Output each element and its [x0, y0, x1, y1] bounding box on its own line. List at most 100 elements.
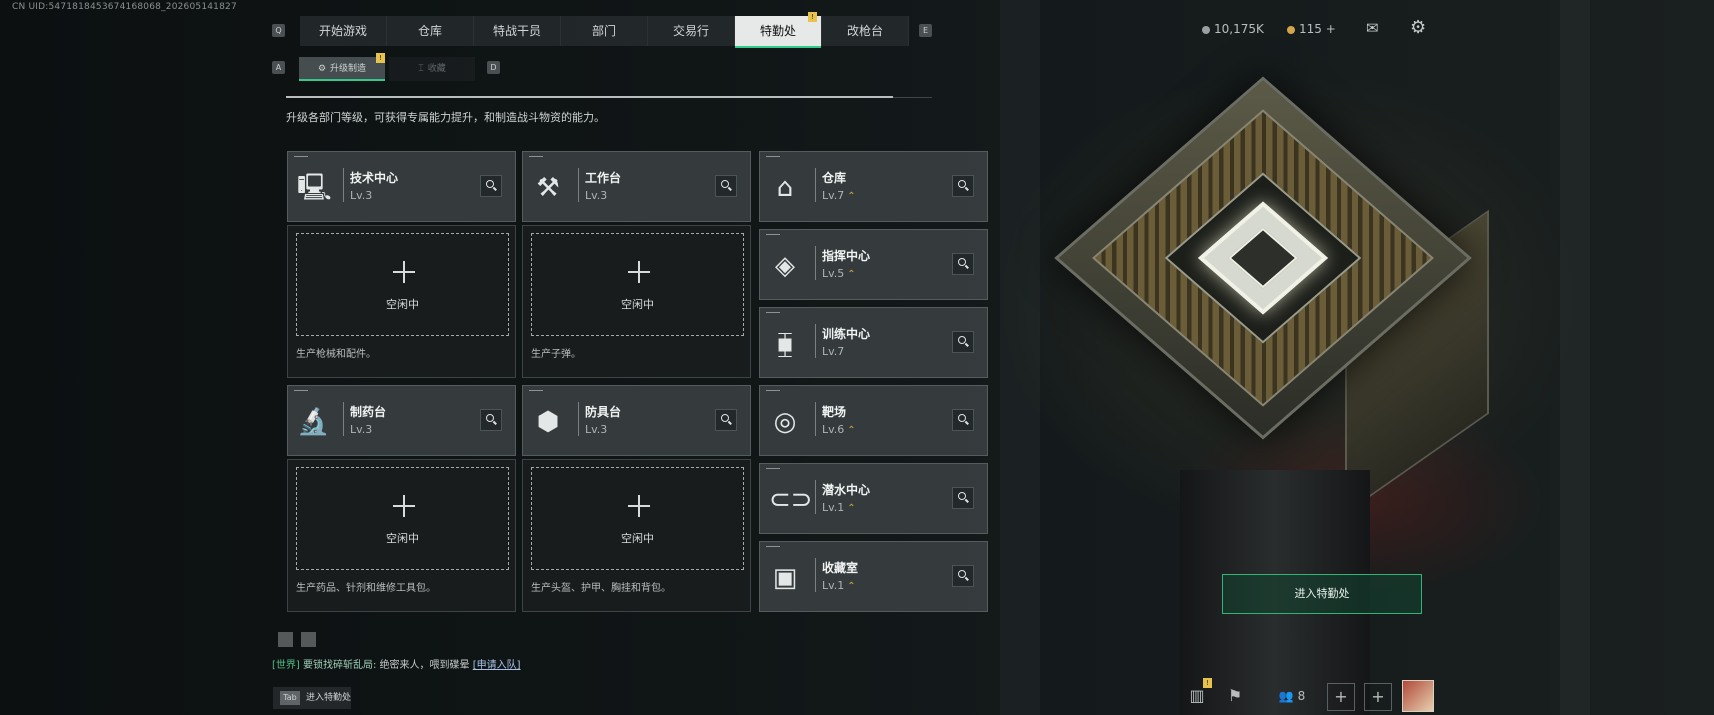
chat-join-team-link[interactable]: [申请入队]	[473, 660, 521, 671]
trophy-icon: ⌶	[418, 64, 424, 74]
station-name: 工作台	[585, 171, 622, 185]
slot-status: 空闲中	[621, 298, 654, 311]
tab-start-game[interactable]: 开始游戏	[300, 16, 387, 46]
search-icon[interactable]	[480, 409, 502, 431]
department-card-collection-room[interactable]: ▣ 收藏室 Lv.1 ⌃	[759, 541, 988, 612]
nav-prev-key-hint: Q	[272, 24, 285, 37]
flag-icon[interactable]: ⚑	[1222, 683, 1248, 709]
world-chat-line: [世界] 要锁找碎斩乱局: 绝密来人，喂到碟晕 [申请入队]	[272, 656, 521, 671]
tools-icon: ⚒	[536, 173, 560, 203]
plus-icon	[628, 495, 650, 517]
armor-boxes-icon: ⬢	[536, 407, 560, 437]
production-slot-pharmacy[interactable]: 空闲中 生产药品、针剂和维修工具包。	[287, 459, 516, 612]
add-ticket-button[interactable]: +	[1326, 22, 1336, 36]
search-icon[interactable]	[952, 253, 974, 275]
slot-description: 生产头盔、护甲、胸挂和背包。	[531, 583, 671, 594]
mail-icon[interactable]: ✉	[1366, 20, 1388, 36]
enter-special-ops-button[interactable]: 进入特勤处	[1222, 574, 1422, 614]
microscope-icon: 🔬	[297, 407, 330, 437]
friends-icon: 👥	[1278, 689, 1294, 703]
department-name: 收藏室	[822, 561, 859, 575]
avatar[interactable]	[1402, 680, 1434, 712]
header-divider-highlight	[286, 96, 893, 98]
tab-trading[interactable]: 交易行	[648, 16, 735, 46]
chat-channel: [世界]	[272, 660, 300, 671]
department-card-training-center[interactable]: ⧯ 训练中心 Lv.7	[759, 307, 988, 378]
add-teammate-slot-button[interactable]: +	[1364, 683, 1392, 711]
nav-next-key-hint: E	[919, 24, 932, 37]
search-icon[interactable]	[952, 487, 974, 509]
sub-nav: ⚙ 升级制造 ⌶ 收藏	[299, 57, 475, 81]
subnav-next-key-hint: D	[487, 61, 500, 74]
slot-status: 空闲中	[386, 532, 419, 545]
tab-departments[interactable]: 部门	[561, 16, 648, 46]
chat-expand-icon[interactable]	[301, 632, 316, 647]
station-card-pharmacy[interactable]: 🔬 制药台 Lv.3	[287, 385, 516, 456]
tab-key-hint[interactable]: Tab 进入特勤处	[273, 687, 351, 709]
slot-description: 生产药品、针剂和维修工具包。	[296, 583, 436, 594]
subnav-prev-key-hint: A	[272, 61, 285, 74]
department-name: 潜水中心	[822, 483, 871, 497]
department-level-row: Lv.1 ⌃	[822, 501, 856, 514]
search-icon[interactable]	[715, 409, 737, 431]
department-level: Lv.6	[822, 423, 845, 436]
search-icon[interactable]	[952, 565, 974, 587]
production-slot-workbench[interactable]: 空闲中 生产子弹。	[522, 225, 751, 378]
command-chip-icon: ◈	[775, 251, 795, 281]
tab-operators[interactable]: 特战干员	[474, 16, 561, 46]
tab-key: Tab	[280, 691, 300, 705]
stats-alert-badge: !	[1203, 678, 1212, 688]
station-card-armor-bench[interactable]: ⬢ 防具台 Lv.3	[522, 385, 751, 456]
search-icon[interactable]	[952, 175, 974, 197]
department-card-warehouse[interactable]: ⌂ 仓库 Lv.7 ⌃	[759, 151, 988, 222]
dumbbell-icon: ⧯	[776, 329, 794, 359]
subnav-alert-badge: !	[376, 53, 385, 63]
subtab-collection[interactable]: ⌶ 收藏	[389, 57, 475, 81]
currency-display: 10,175K	[1202, 22, 1264, 36]
special-ops-cube-artwork	[1054, 76, 1489, 515]
station-name: 技术中心	[350, 171, 399, 185]
background-pillar	[1000, 0, 1040, 715]
station-name: 制药台	[350, 405, 387, 419]
production-slot-tech-center[interactable]: 空闲中 生产枪械和配件。	[287, 225, 516, 378]
search-icon[interactable]	[952, 331, 974, 353]
department-level-row: Lv.5 ⌃	[822, 267, 856, 280]
department-level: Lv.1	[822, 579, 845, 592]
warehouse-icon: ⌂	[776, 173, 794, 203]
station-card-tech-center[interactable]: 🖳 技术中心 Lv.3	[287, 151, 516, 222]
slot-description: 生产枪械和配件。	[296, 349, 376, 360]
currency-icon	[1202, 25, 1210, 34]
friends-button[interactable]: 👥 8	[1270, 683, 1314, 709]
department-level-row: Lv.1 ⌃	[822, 579, 856, 592]
add-teammate-slot-button[interactable]: +	[1327, 683, 1355, 711]
ticket-icon	[1287, 25, 1295, 34]
friends-count: 8	[1297, 689, 1306, 703]
search-icon[interactable]	[952, 409, 974, 431]
nav-alert-badge: !	[808, 12, 817, 22]
diving-mask-icon: ⊂⊃	[769, 485, 813, 515]
department-card-diving-center[interactable]: ⊂⊃ 潜水中心 Lv.1 ⌃	[759, 463, 988, 534]
search-icon[interactable]	[480, 175, 502, 197]
chat-player[interactable]: 要锁找碎斩乱局:	[303, 660, 376, 671]
subtab-upgrade-manufacture[interactable]: ⚙ 升级制造	[299, 57, 385, 81]
main-nav: 开始游戏 仓库 特战干员 部门 交易行 特勤处 改枪台	[300, 16, 909, 48]
upgrade-arrow-icon: ⌃	[847, 425, 856, 436]
upgrade-arrow-icon: ⌃	[847, 269, 856, 280]
chat-message: 绝密来人，喂到碟晕	[379, 660, 470, 671]
department-card-command-center[interactable]: ◈ 指挥中心 Lv.5 ⌃	[759, 229, 988, 300]
department-level: Lv.1	[822, 501, 845, 514]
upgrade-arrow-icon: ⌃	[847, 191, 856, 202]
chat-toggle-icon[interactable]	[278, 632, 293, 647]
station-level: Lv.3	[585, 423, 608, 436]
gear-icon[interactable]: ⚙	[1410, 18, 1430, 38]
department-card-shooting-range[interactable]: ◎ 靶场 Lv.6 ⌃	[759, 385, 988, 456]
station-card-workbench[interactable]: ⚒ 工作台 Lv.3	[522, 151, 751, 222]
search-icon[interactable]	[715, 175, 737, 197]
tab-gunsmith[interactable]: 改枪台	[822, 16, 909, 46]
production-slot-armor-bench[interactable]: 空闲中 生产头盔、护甲、胸挂和背包。	[522, 459, 751, 612]
station-name: 防具台	[585, 405, 622, 419]
target-icon: ◎	[773, 407, 797, 437]
slot-status: 空闲中	[386, 298, 419, 311]
tab-warehouse[interactable]: 仓库	[387, 16, 474, 46]
plus-icon	[628, 261, 650, 283]
